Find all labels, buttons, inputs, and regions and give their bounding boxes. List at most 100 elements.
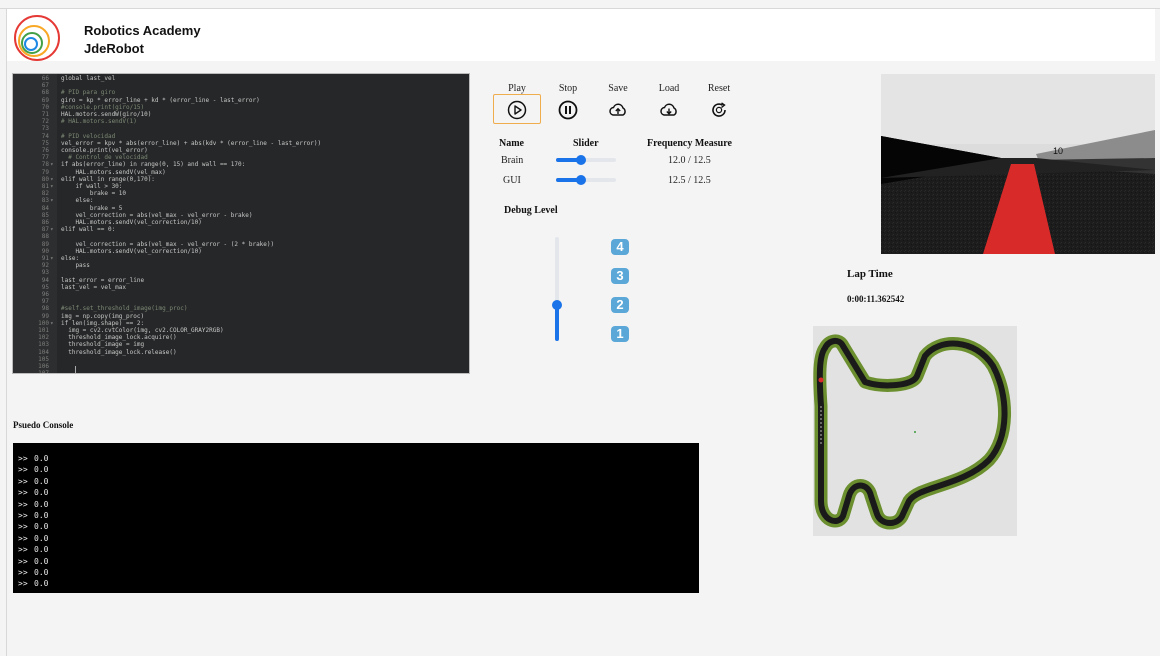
console-value: 0.0 xyxy=(34,556,49,566)
stop-label: Stop xyxy=(558,83,578,94)
line-number: 93 xyxy=(41,269,49,277)
console-value: 0.0 xyxy=(34,465,49,475)
code-text: global last_vel xyxy=(61,75,116,82)
console-line: >> 0.0 xyxy=(18,453,48,464)
code-line: 68 # PID para giro xyxy=(13,89,469,96)
camera-overlay-text: 10 xyxy=(1053,146,1063,156)
brand-block: Robotics Academy JdeRobot xyxy=(84,22,201,58)
stop-button[interactable]: Stop xyxy=(543,82,593,120)
debug-level-2-badge[interactable]: 2 xyxy=(611,297,629,313)
console-line: >> 0.0 xyxy=(18,578,48,589)
brain-slider-thumb[interactable] xyxy=(576,155,587,165)
col-freq-header: Frequency Measure xyxy=(647,138,732,149)
code-text: HAL.motors.sendV(vel_correction/10) xyxy=(61,219,202,226)
code-line: 95 last_vel = vel_max xyxy=(13,284,469,291)
line-number: 78 xyxy=(41,161,49,169)
line-number: 106 xyxy=(38,363,49,370)
load-button[interactable]: Load xyxy=(644,82,694,120)
save-button[interactable]: Save xyxy=(593,82,643,120)
line-number: 103 xyxy=(38,341,49,349)
code-line: 76 console.print(vel_error) xyxy=(13,147,469,154)
gui-slider-thumb[interactable] xyxy=(576,175,587,185)
line-number: 76 xyxy=(41,147,49,154)
line-number: 101 xyxy=(38,327,49,334)
reset-button[interactable]: Reset xyxy=(694,82,744,120)
line-number: 70 xyxy=(41,103,49,111)
gui-frequency-slider[interactable] xyxy=(556,175,616,185)
line-number: 105 xyxy=(38,355,49,363)
console-value: 0.0 xyxy=(34,454,49,463)
code-line: 79 HAL.motors.sendV(vel_max) xyxy=(13,169,469,176)
code-line: 107 xyxy=(13,370,469,373)
code-editor[interactable]: 66 global last_vel 67 68 # PID para giro 69 gi… xyxy=(12,73,470,374)
line-number: 89 xyxy=(41,240,49,248)
play-button[interactable]: Play xyxy=(492,82,542,120)
fold-toggle-icon[interactable]: ▾ xyxy=(50,176,54,183)
debug-level-4-badge[interactable]: 4 xyxy=(611,239,629,255)
console-value: 0.0 xyxy=(34,533,49,543)
console-prompt: >> xyxy=(18,488,28,498)
console-prompt: >> xyxy=(18,568,28,577)
debug-level-slider[interactable] xyxy=(552,237,562,341)
row-gui-freq: 12.5 / 12.5 xyxy=(668,175,711,186)
debug-slider-fill xyxy=(555,304,559,341)
fold-toggle-icon[interactable]: ▾ xyxy=(50,320,54,327)
line-number: 80 xyxy=(41,175,49,183)
code-line: 86 HAL.motors.sendV(vel_correction/10) xyxy=(13,219,469,226)
code-text: else: xyxy=(61,197,94,205)
brain-frequency-slider[interactable] xyxy=(556,155,616,165)
code-text: #console.print(giro/15) xyxy=(61,103,145,111)
fold-toggle-icon[interactable]: ▾ xyxy=(50,255,54,262)
fold-toggle-icon[interactable]: ▾ xyxy=(50,226,54,233)
line-number: 85 xyxy=(41,211,49,219)
line-number: 97 xyxy=(41,298,49,306)
code-line: 103 threshold_image = img xyxy=(13,341,469,348)
jderobot-logo[interactable] xyxy=(13,14,61,62)
code-line: 72 # HAL.motors.sendV(1) xyxy=(13,118,469,125)
debug-level-1-badge[interactable]: 1 xyxy=(611,326,629,342)
code-text: pass xyxy=(61,262,90,270)
save-label: Save xyxy=(608,83,628,94)
code-line: 87 ▾ elif wall == 0: xyxy=(13,226,469,233)
pseudo-console[interactable]: >> 0.0 >> 0.0 >> 0.0 >> 0.0 >> 0.0 >> 0.0 >> 0.0 >> 0.0… xyxy=(13,443,699,593)
code-line: 104 threshold_image_lock.release() xyxy=(13,349,469,356)
code-line: 71 HAL.motors.sendW(giro/10) xyxy=(13,111,469,118)
console-value: 0.0 xyxy=(34,579,49,589)
code-line: 91 ▾ else: xyxy=(13,255,469,262)
code-text: # PID velocidad xyxy=(61,132,116,140)
cloud-upload-icon xyxy=(609,103,626,116)
line-number: 88 xyxy=(41,233,49,241)
line-number: 77 xyxy=(41,154,49,162)
code-text: #self.set_threshold_image(img_proc) xyxy=(61,305,188,313)
console-line: >> 0.0 xyxy=(18,533,48,544)
lap-time-title: Lap Time xyxy=(847,268,893,280)
console-prompt: >> xyxy=(18,533,28,543)
console-prompt: >> xyxy=(18,454,28,463)
console-prompt: >> xyxy=(18,465,28,475)
line-number: 94 xyxy=(41,276,49,284)
line-number: 100 xyxy=(38,319,49,327)
console-prompt: >> xyxy=(18,499,28,509)
fold-toggle-icon[interactable]: ▾ xyxy=(50,197,54,204)
line-number: 69 xyxy=(41,96,49,104)
code-text: giro = kp * error_line + kd * (error_lin… xyxy=(61,96,260,104)
code-text: vel_error = kpv * abs(error_line) + abs(… xyxy=(61,139,322,147)
debug-level-3-badge[interactable]: 3 xyxy=(611,268,629,284)
code-text: threshold_image_lock.release() xyxy=(61,348,177,356)
fold-toggle-icon[interactable]: ▾ xyxy=(50,183,54,190)
console-line: >> 0.0 xyxy=(18,510,48,521)
code-line: 67 xyxy=(13,82,469,89)
code-text: if wall > 30: xyxy=(61,183,123,190)
line-number: 66 xyxy=(41,75,49,82)
line-number: 75 xyxy=(41,139,49,147)
console-line: >> 0.0 xyxy=(18,476,48,487)
fold-toggle-icon[interactable]: ▾ xyxy=(50,161,54,168)
console-prompt: >> xyxy=(18,545,28,555)
code-text: HAL.motors.sendV(vel_correction/10) xyxy=(61,247,202,255)
code-text: if abs(error_line) in range(0, 15) and w… xyxy=(61,161,246,169)
line-number: 102 xyxy=(38,334,49,342)
debug-slider-thumb[interactable] xyxy=(552,299,562,310)
text-cursor xyxy=(75,366,76,373)
line-number: 74 xyxy=(41,132,49,140)
code-line: 105 xyxy=(13,356,469,363)
